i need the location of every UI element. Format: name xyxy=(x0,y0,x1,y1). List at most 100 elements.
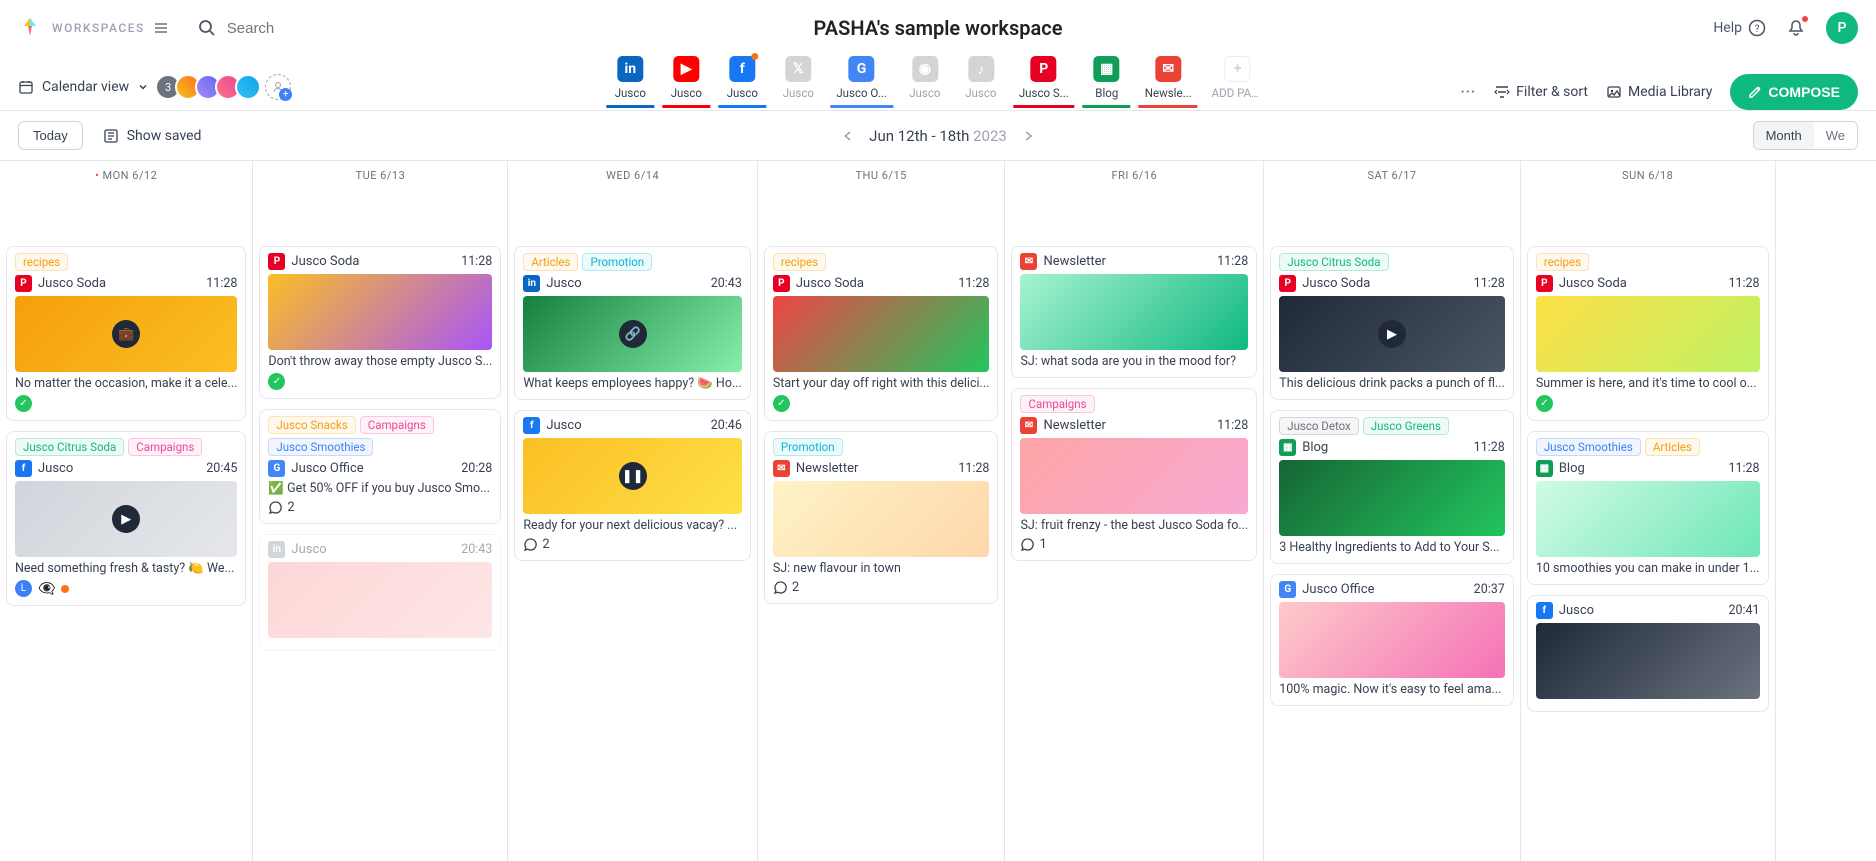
page-tab-facebook[interactable]: fJusco xyxy=(716,56,768,106)
post-card[interactable]: fJusco20:46❚❚Ready for your next delicio… xyxy=(514,410,751,561)
comment-count[interactable]: 2 xyxy=(268,500,492,515)
post-tag: Campaigns xyxy=(128,438,202,456)
post-text: 10 smoothies you can make in under 1... xyxy=(1536,561,1760,576)
page-tab-twitter[interactable]: 𝕏Jusco xyxy=(772,56,824,106)
post-thumbnail xyxy=(1020,438,1248,514)
notification-dot-icon xyxy=(1802,16,1808,22)
page-tab-youtube[interactable]: ▶Jusco xyxy=(660,56,712,106)
post-card[interactable]: Promotion✉Newsletter11:28SJ: new flavour… xyxy=(764,431,999,604)
page-tab-sheets[interactable]: ▦Blog xyxy=(1081,56,1133,106)
page-tab-linkedin[interactable]: in Jusco xyxy=(604,56,656,106)
post-card[interactable]: GJusco Office20:37100% magic. Now it's e… xyxy=(1270,574,1514,706)
day-column: MON 6/12recipesPJusco Soda11:28💼No matte… xyxy=(0,161,253,861)
post-card[interactable]: ✉Newsletter11:28SJ: what soda are you in… xyxy=(1011,246,1257,378)
comment-count[interactable]: 2 xyxy=(773,580,990,595)
post-card[interactable]: recipesPJusco Soda11:28Start your day of… xyxy=(764,246,999,421)
page-tab-label: Jusco xyxy=(615,86,646,100)
sheets-icon: ▦ xyxy=(1279,439,1296,456)
status-check-icon: ✓ xyxy=(773,395,790,412)
collaborator-avatars[interactable]: 3 + xyxy=(161,74,291,100)
more-icon[interactable]: ··· xyxy=(1460,84,1476,100)
post-source: Blog xyxy=(1559,461,1585,476)
date-range-year: 2023 xyxy=(973,127,1007,145)
post-thumbnail xyxy=(1536,623,1760,699)
week-view-button[interactable]: We xyxy=(1814,122,1857,149)
media-library-button[interactable]: Media Library xyxy=(1606,84,1712,100)
post-source: Jusco Office xyxy=(291,461,363,476)
notifications-icon[interactable] xyxy=(1786,18,1806,38)
post-text: SJ: fruit frenzy - the best Jusco Soda f… xyxy=(1020,518,1248,533)
post-card[interactable]: Campaigns✉Newsletter11:28SJ: fruit frenz… xyxy=(1011,388,1257,561)
add-collaborator-button[interactable]: + xyxy=(265,74,291,100)
post-card[interactable]: Jusco SnacksCampaignsJusco SmoothiesGJus… xyxy=(259,409,501,524)
page-tab-gmail[interactable]: ✉Newsle... xyxy=(1137,56,1200,106)
show-saved-toggle[interactable]: Show saved xyxy=(103,128,202,144)
help-icon: ? xyxy=(1748,19,1766,37)
post-tag: recipes xyxy=(1536,253,1589,271)
post-time: 20:46 xyxy=(711,418,742,433)
pages-nav: inJusco▶JuscofJusco𝕏JuscoGJusco O...◉Jus… xyxy=(604,56,1271,106)
prev-week-icon[interactable] xyxy=(841,129,855,143)
post-time: 20:28 xyxy=(461,461,492,476)
post-card[interactable]: fJusco20:41 xyxy=(1527,595,1769,712)
day-column: SAT 6/17Jusco Citrus SodaPJusco Soda11:2… xyxy=(1264,161,1521,861)
post-source: Newsletter xyxy=(1043,254,1106,269)
page-tab-google[interactable]: GJusco O... xyxy=(828,56,895,106)
post-tag: Articles xyxy=(1645,438,1700,456)
post-time: 11:28 xyxy=(958,276,989,291)
page-tab-tiktok[interactable]: ♪Jusco xyxy=(955,56,1007,106)
post-tag: Jusco Citrus Soda xyxy=(1279,253,1388,271)
page-tab-instagram[interactable]: ◉Jusco xyxy=(899,56,951,106)
post-thumbnail: ❚❚ xyxy=(523,438,742,514)
comment-count[interactable]: 1 xyxy=(1020,537,1248,552)
page-tab-label: Jusco xyxy=(909,86,940,100)
filter-sort-button[interactable]: Filter & sort xyxy=(1494,84,1588,100)
compose-label: COMPOSE xyxy=(1768,84,1840,100)
post-card[interactable]: recipesPJusco Soda11:28Summer is here, a… xyxy=(1527,246,1769,421)
post-card[interactable]: Jusco SmoothiesArticles▦Blog11:2810 smoo… xyxy=(1527,431,1769,585)
post-source: Jusco Office xyxy=(1302,582,1374,597)
day-header: THU 6/15 xyxy=(758,161,1005,190)
post-card[interactable]: inJusco20:43 xyxy=(259,534,501,651)
today-button[interactable]: Today xyxy=(18,121,83,150)
post-tag: Jusco Smoothies xyxy=(268,438,373,456)
linkedin-icon: in xyxy=(617,56,643,82)
facebook-icon: f xyxy=(729,56,755,82)
view-picker[interactable]: Calendar view xyxy=(18,79,149,95)
sheets-icon: ▦ xyxy=(1094,56,1120,82)
toolbar: Calendar view 3 + inJusco▶JuscofJusco𝕏Ju… xyxy=(0,56,1876,110)
post-card[interactable]: Jusco DetoxJusco Greens▦Blog11:283 Healt… xyxy=(1270,410,1514,564)
post-source: Jusco Soda xyxy=(1559,276,1627,291)
compose-button[interactable]: COMPOSE xyxy=(1730,74,1858,110)
post-time: 11:28 xyxy=(461,254,492,269)
calendar-icon xyxy=(18,79,34,95)
tiktok-icon: ♪ xyxy=(968,56,994,82)
help-link[interactable]: Help ? xyxy=(1713,19,1766,37)
next-week-icon[interactable] xyxy=(1021,129,1035,143)
post-text: Ready for your next delicious vacay? ... xyxy=(523,518,742,533)
pinterest-icon: P xyxy=(268,253,285,270)
search-input[interactable] xyxy=(227,20,407,37)
month-view-button[interactable]: Month xyxy=(1754,122,1814,149)
post-card[interactable]: Jusco Citrus SodaPJusco Soda11:28▶This d… xyxy=(1270,246,1514,400)
post-time: 11:28 xyxy=(1217,418,1248,433)
post-card[interactable]: Jusco Citrus SodaCampaignsfJusco20:45▶Ne… xyxy=(6,431,246,606)
page-tab-pinterest[interactable]: PJusco S... xyxy=(1011,56,1077,106)
post-card[interactable]: ArticlesPromotioninJusco20:43🔗What keeps… xyxy=(514,246,751,400)
page-tab-label: Newsle... xyxy=(1145,86,1192,100)
add-pages-label: ADD PAGES xyxy=(1212,86,1264,100)
add-pages-button[interactable]: +ADD PAGES xyxy=(1204,56,1272,106)
pinterest-icon: P xyxy=(1279,275,1296,292)
play-icon: ▶ xyxy=(1378,320,1406,348)
post-card[interactable]: PJusco Soda11:28Don't throw away those e… xyxy=(259,246,501,399)
search-icon[interactable] xyxy=(197,18,217,38)
view-toggle: Month We xyxy=(1753,121,1858,150)
day-column: SUN 6/18recipesPJusco Soda11:28Summer is… xyxy=(1521,161,1776,861)
link-icon: 🔗 xyxy=(619,320,647,348)
help-label: Help xyxy=(1713,20,1742,36)
menu-icon[interactable] xyxy=(153,20,169,36)
date-range: Jun 12th - 18th 2023 xyxy=(841,127,1035,145)
comment-count[interactable]: 2 xyxy=(523,537,742,552)
user-avatar[interactable]: P xyxy=(1826,12,1858,44)
post-card[interactable]: recipesPJusco Soda11:28💼No matter the oc… xyxy=(6,246,246,421)
